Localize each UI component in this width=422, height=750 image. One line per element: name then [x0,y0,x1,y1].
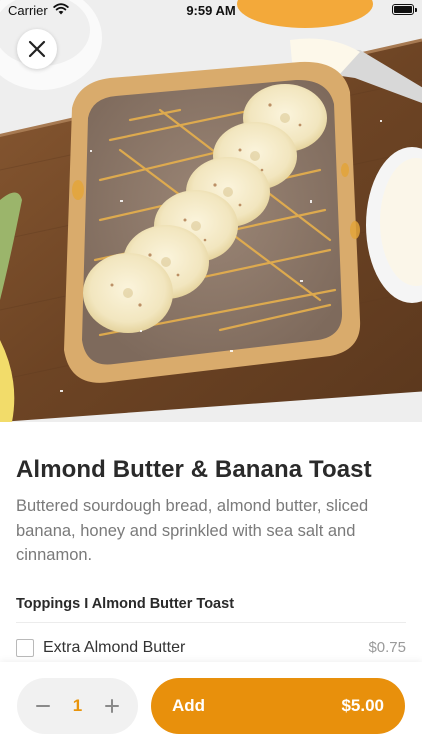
order-bar: 1 Add $5.00 [0,662,422,750]
item-title: Almond Butter & Banana Toast [16,456,372,483]
close-icon [28,40,46,58]
add-button-total: $5.00 [341,696,384,715]
topping-checkbox[interactable] [16,638,34,657]
quantity-value: 1 [72,696,83,715]
toast-photo [0,0,422,422]
plus-icon [105,699,119,713]
close-button[interactable] [17,29,57,69]
item-details: Almond Butter & Banana Toast Buttered so… [16,422,406,659]
hero-image [0,0,422,422]
battery-icon [392,4,417,15]
topping-option-extra-almond-butter[interactable]: Extra Almond Butter $0.75 [16,637,406,659]
add-to-order-button[interactable]: Add $5.00 [151,678,405,734]
quantity-stepper: 1 [17,678,138,734]
status-bar: Carrier 9:59 AM [0,0,422,22]
toppings-header: Toppings I Almond Butter Toast [16,596,406,623]
status-right [392,4,417,15]
topping-label: Extra Almond Butter [43,638,186,656]
add-button-label: Add [172,696,206,715]
topping-price: $0.75 [368,639,406,656]
item-description: Buttered sourdough bread, almond butter,… [16,497,369,564]
increase-quantity-button[interactable] [102,696,122,716]
decrease-quantity-button[interactable] [33,696,53,716]
minus-icon [36,705,50,707]
status-time: 9:59 AM [186,3,236,18]
